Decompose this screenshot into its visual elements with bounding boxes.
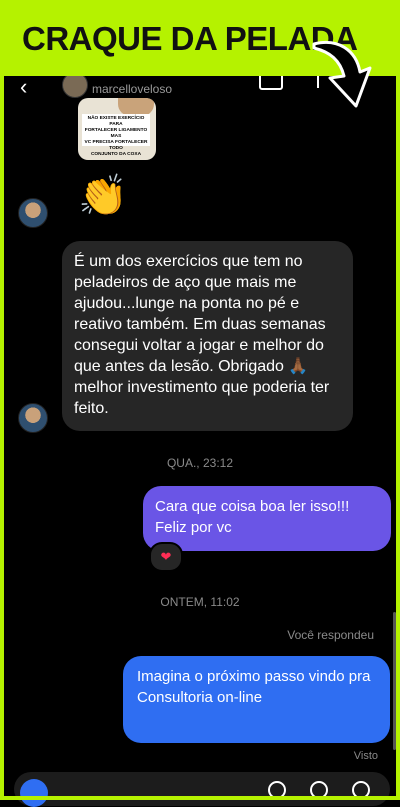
message-composer[interactable] xyxy=(14,772,390,806)
timestamp: ONTEM, 11:02 xyxy=(160,595,240,609)
username[interactable]: marcelloveloso xyxy=(92,82,172,96)
caption-line: VC PRECISA FORTALECER TODO xyxy=(84,140,148,151)
incoming-message[interactable]: É um dos exercícios que tem no peladeiro… xyxy=(62,241,353,431)
image-caption: NÃO EXISTE EXERCÍCIO PARA FORTALECER LIG… xyxy=(82,114,150,157)
avatar[interactable] xyxy=(18,198,48,228)
replied-label: Você respondeu xyxy=(287,628,374,642)
arrow-down-icon xyxy=(312,41,372,108)
caption-line: NÃO EXISTE EXERCÍCIO PARA xyxy=(87,116,145,127)
caption-line: CONJUNTO DA COXA xyxy=(90,152,142,157)
heart-icon[interactable]: ❤ xyxy=(149,542,183,572)
microphone-icon[interactable] xyxy=(268,781,286,799)
avatar[interactable] xyxy=(18,403,48,433)
outgoing-message[interactable]: Cara que coisa boa ler isso!!! Feliz por… xyxy=(143,486,391,551)
back-icon[interactable]: ‹ xyxy=(20,74,27,100)
outgoing-message[interactable]: Imagina o próximo passo vindo pra Consul… xyxy=(123,656,390,743)
scrollbar[interactable] xyxy=(393,612,396,750)
seen-label: Visto xyxy=(353,750,378,762)
camera-icon[interactable] xyxy=(20,779,48,807)
clap-emoji-message[interactable]: 👏 xyxy=(78,172,128,219)
caption-line: FORTALECER LIGAMENTO MAS xyxy=(84,128,148,139)
timestamp: QUA., 23:12 xyxy=(166,456,234,470)
shared-image[interactable]: NÃO EXISTE EXERCÍCIO PARA FORTALECER LIG… xyxy=(78,98,156,160)
gallery-icon[interactable] xyxy=(310,781,328,799)
sticker-icon[interactable] xyxy=(352,781,370,799)
